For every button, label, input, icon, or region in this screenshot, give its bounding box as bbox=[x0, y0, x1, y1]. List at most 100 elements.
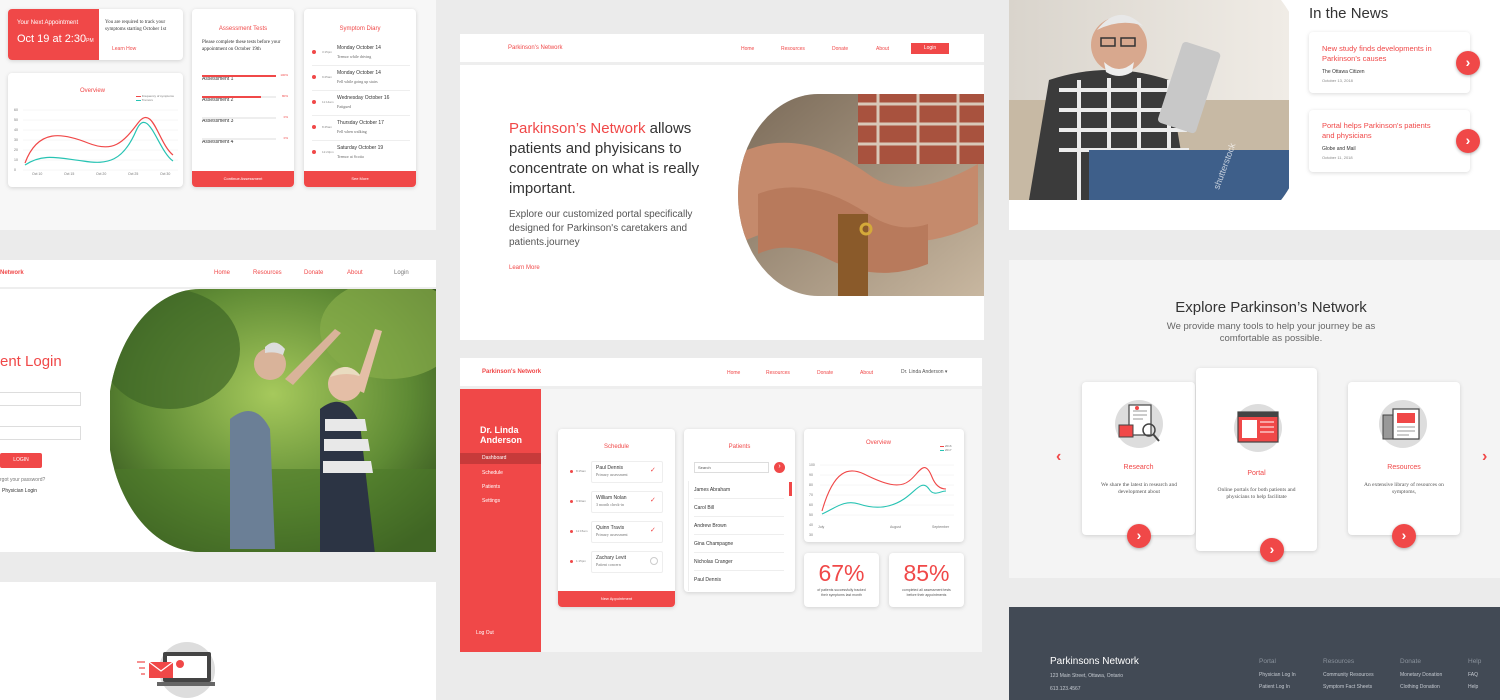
footer-link[interactable]: Symptom Fact Sheets bbox=[1323, 684, 1374, 690]
patient-list-item[interactable]: Paul Dennis bbox=[694, 571, 784, 589]
unchecked-circle-icon[interactable] bbox=[650, 557, 658, 565]
footer-link[interactable]: FAQ bbox=[1468, 672, 1481, 678]
nav-donate[interactable]: Donate bbox=[832, 46, 848, 52]
sidebar-item-settings[interactable]: Settings bbox=[482, 498, 500, 504]
footer-link[interactable]: Community Resources bbox=[1323, 672, 1374, 678]
assessment-item[interactable]: Assessment 4 0% bbox=[202, 130, 288, 151]
news-headline[interactable]: New study finds developments in Parkinso… bbox=[1322, 44, 1447, 64]
card-title: Resources bbox=[1387, 464, 1421, 471]
symptom-diary-card: Symptom Diary 3:15pm Monday October 14 Tre… bbox=[304, 9, 416, 187]
stat-label-2: completed all assessment tests before th… bbox=[902, 588, 951, 597]
news-card[interactable]: Portal helps Parkinson's patients and ph… bbox=[1309, 110, 1470, 172]
research-document-icon bbox=[1115, 400, 1163, 448]
footer-panel: Parkinsons Network 123 Main Street, Otta… bbox=[1009, 607, 1500, 700]
login-button[interactable]: Login bbox=[911, 43, 949, 54]
sidebar-item-schedule[interactable]: Schedule bbox=[482, 470, 503, 476]
diary-entry[interactable]: 8:45am Thursday October 17 Fell when walki… bbox=[312, 116, 410, 141]
explore-card-research[interactable]: Research We share the latest in research… bbox=[1082, 382, 1195, 535]
diary-entry[interactable]: 11:14am Wednesday October 16 Fatigued bbox=[312, 91, 410, 116]
news-card[interactable]: New study finds developments in Parkinso… bbox=[1309, 32, 1470, 93]
ytick: 50 bbox=[14, 118, 18, 122]
appointment-row[interactable]: 11:15am Quinn Travis Primary assessment ✓ bbox=[568, 519, 670, 549]
password-field[interactable] bbox=[0, 426, 81, 440]
search-go-button[interactable]: › bbox=[774, 462, 785, 473]
nav-donate[interactable]: Donate bbox=[817, 370, 833, 376]
nav-login[interactable]: Login bbox=[394, 270, 409, 276]
footer-link[interactable]: Physician Log In bbox=[1259, 672, 1296, 678]
chevron-right-icon[interactable]: › bbox=[1456, 51, 1480, 75]
nav-home[interactable]: Home bbox=[727, 370, 740, 376]
patient-list-item[interactable]: Andrew Brown bbox=[694, 517, 784, 535]
news-panel: shutterstock In the News New study finds… bbox=[1009, 0, 1500, 230]
appointment-row[interactable]: 8:15am Paul Dennis Primary assessment ✓ bbox=[568, 459, 670, 489]
ytick: 60 bbox=[14, 108, 18, 112]
footer-col-portal: Portal Physician Log In Patient Log In bbox=[1259, 658, 1296, 690]
physician-login-link[interactable]: Physician Login bbox=[2, 488, 37, 494]
explore-card-resources[interactable]: Resources An extensive library of resour… bbox=[1348, 382, 1460, 535]
learn-more-link[interactable]: Learn More bbox=[509, 265, 540, 271]
sidebar-item-dashboard[interactable]: Dashboard bbox=[460, 453, 541, 464]
diary-entry[interactable]: 3:15pm Monday October 14 Tremor while driv… bbox=[312, 41, 410, 66]
assessment-item[interactable]: Assessment 2 80% bbox=[202, 88, 288, 109]
patient-list-item[interactable]: James Abraham bbox=[694, 481, 784, 499]
diary-dot bbox=[312, 150, 316, 154]
diary-entry[interactable]: 9:25am Monday October 14 Fell while going … bbox=[312, 66, 410, 91]
patient-list-item[interactable]: Gina Champagne bbox=[694, 535, 784, 553]
assessment-item[interactable]: Assessment 1 100% bbox=[202, 67, 288, 88]
sidebar-item-patients[interactable]: Patients bbox=[482, 484, 500, 490]
new-appointment-button[interactable]: New Appointment bbox=[558, 591, 675, 607]
patients-title: Patients bbox=[728, 444, 751, 450]
series-2017 bbox=[821, 484, 947, 515]
nav-about[interactable]: About bbox=[860, 370, 873, 376]
nav-resources[interactable]: Resources bbox=[781, 46, 805, 52]
user-menu[interactable]: Dr. Linda Anderson ▾ bbox=[901, 369, 947, 375]
explore-card-portal[interactable]: Portal Online portals for both patients … bbox=[1196, 368, 1317, 551]
patient-dashboard-panel: Your Next Appointment Oct 19 at 2:30PM Y… bbox=[0, 0, 436, 230]
patient-list-item[interactable]: Nicholas Cranger bbox=[694, 553, 784, 571]
login-page-panel: Network Home Resources Donate About Logi… bbox=[0, 260, 436, 552]
nav-about[interactable]: About bbox=[347, 270, 363, 276]
news-headline[interactable]: Portal helps Parkinson's patients and ph… bbox=[1322, 121, 1442, 141]
footer-link[interactable]: Patient Log In bbox=[1259, 684, 1296, 690]
learn-how-link[interactable]: Learn How bbox=[112, 46, 136, 52]
footer-link[interactable]: Monetary Donation bbox=[1400, 672, 1442, 678]
elderly-man-tablet-photo: shutterstock bbox=[1009, 0, 1289, 200]
ytick: 40 bbox=[809, 523, 813, 527]
dash-brand[interactable]: Parkinson's Network bbox=[482, 369, 541, 375]
login-button[interactable]: LOGIN bbox=[0, 453, 42, 468]
chevron-right-icon[interactable]: › bbox=[1127, 524, 1151, 548]
hero-brand[interactable]: Parkinson's Network bbox=[508, 45, 563, 51]
chevron-left-icon[interactable]: ‹ bbox=[1056, 448, 1061, 466]
chevron-right-icon[interactable]: › bbox=[1392, 524, 1416, 548]
nav-home[interactable]: Home bbox=[741, 46, 754, 52]
nav-resources[interactable]: Resources bbox=[766, 370, 790, 376]
username-field[interactable] bbox=[0, 392, 81, 406]
logout-link[interactable]: Log Out bbox=[476, 630, 494, 636]
nav-about[interactable]: About bbox=[876, 46, 889, 52]
chevron-right-icon[interactable]: › bbox=[1456, 129, 1480, 153]
nav-donate[interactable]: Donate bbox=[304, 270, 323, 276]
appointment-row[interactable]: 1:15pm Zachary Levit Patient concern bbox=[568, 549, 670, 579]
continue-assessment-button[interactable]: Continue Assessment bbox=[192, 171, 294, 187]
nav-resources[interactable]: Resources bbox=[253, 270, 282, 276]
assessment-item[interactable]: Assessment 3 0% bbox=[202, 109, 288, 130]
patient-list-item[interactable]: Carol Bill bbox=[694, 499, 784, 517]
ytick: 40 bbox=[14, 128, 18, 132]
appointment-row[interactable]: 9:30am William Nolan 3 month check-in ✓ bbox=[568, 489, 670, 519]
patient-search-input[interactable]: Search bbox=[694, 462, 769, 473]
chevron-right-icon[interactable]: › bbox=[1260, 538, 1284, 562]
timeline-dot bbox=[570, 530, 573, 533]
footer-link[interactable]: Clothing Donation bbox=[1400, 684, 1442, 690]
card-desc: An extensive library of resources on sym… bbox=[1364, 482, 1444, 495]
ytick: 70 bbox=[809, 493, 813, 497]
appointment-message: You are required to track your symptoms … bbox=[105, 20, 167, 32]
user-name: Dr. Linda Anderson bbox=[901, 369, 944, 375]
footer-link[interactable]: Help bbox=[1468, 684, 1481, 690]
see-more-button[interactable]: See More bbox=[304, 171, 416, 187]
forgot-password-link[interactable]: rgot your password? bbox=[0, 477, 45, 483]
scrollbar-thumb[interactable] bbox=[789, 482, 792, 496]
chevron-right-icon[interactable]: › bbox=[1482, 448, 1487, 466]
login-brand[interactable]: Network bbox=[0, 270, 24, 276]
nav-home[interactable]: Home bbox=[214, 270, 230, 276]
diary-entry[interactable]: 12:23pm Saturday October 19 Tremor at Scot… bbox=[312, 141, 410, 166]
